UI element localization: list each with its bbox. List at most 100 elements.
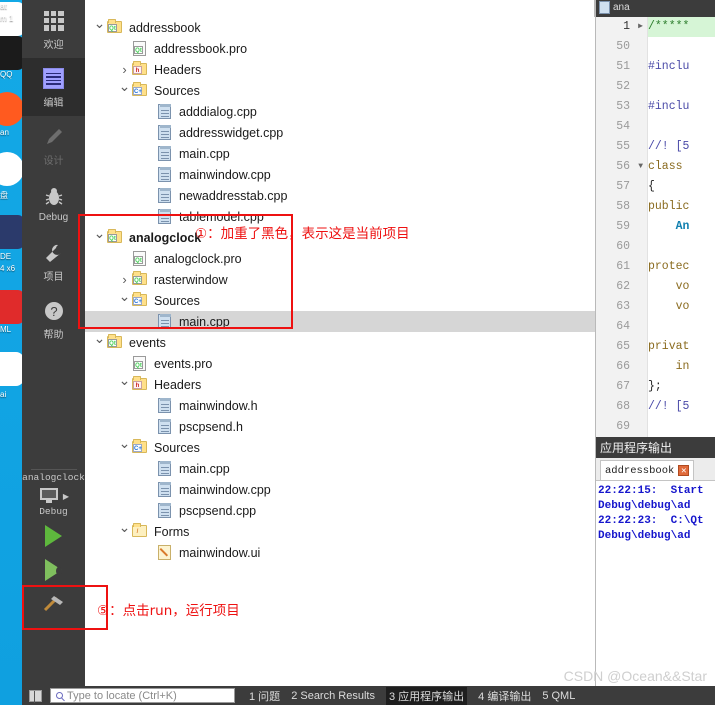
tree-item-label: main.cpp <box>179 314 230 329</box>
editor-code-area[interactable]: /***** #inclu #inclu //! [5 class {public An… <box>648 17 715 437</box>
tree-item-label: Sources <box>154 440 200 455</box>
editor-tab[interactable]: ana <box>599 1 630 14</box>
cpp-file-icon <box>156 419 174 434</box>
tree-item[interactable]: C+ Sources <box>85 80 595 101</box>
tree-item[interactable]: / Forms <box>85 521 595 542</box>
search-placeholder: Type to locate (Ctrl+K) <box>67 689 177 702</box>
tree-expander[interactable] <box>118 272 131 287</box>
line-number: 56 ▼ <box>596 157 647 177</box>
tree-item[interactable]: pscpsend.cpp <box>85 500 595 521</box>
tree-item[interactable]: main.cpp <box>85 458 595 479</box>
tree-item-label: Sources <box>154 83 200 98</box>
status-tab[interactable]: 5 QML <box>542 690 575 702</box>
fold-down-icon[interactable]: ▼ <box>638 157 643 177</box>
tree-item[interactable]: Qt addressbook <box>85 17 595 38</box>
mode-selector-bar: 欢迎 编辑 设计 Debug 项目 ? 帮助 analogclock ▶ Deb… <box>22 0 85 705</box>
code-line: vo <box>648 300 690 313</box>
desktop-icon[interactable] <box>0 352 22 386</box>
sidebar-item-label: 编辑 <box>43 97 64 109</box>
sidebar-item-projects[interactable]: 项目 <box>22 232 85 290</box>
tree-item[interactable]: Qt analogclock.pro <box>85 248 595 269</box>
tree-item[interactable]: mainwindow.ui <box>85 542 595 563</box>
fold-right-icon[interactable]: ▶ <box>638 17 643 37</box>
sidebar-item-welcome[interactable]: 欢迎 <box>22 0 85 58</box>
line-number: 68 <box>616 400 630 413</box>
tree-expander[interactable] <box>93 19 106 36</box>
desktop-icon-label: 盘 <box>0 191 8 200</box>
tree-item-label: addressbook.pro <box>154 41 248 56</box>
tree-item[interactable]: addresswidget.cpp <box>85 122 595 143</box>
debug-button[interactable] <box>45 559 62 581</box>
close-icon[interactable]: ✕ <box>678 465 690 476</box>
sidebar-item-edit[interactable]: 编辑 <box>22 58 85 116</box>
cpp-file-icon <box>156 146 174 161</box>
code-line: protec <box>648 260 690 273</box>
output-tab-addressbook[interactable]: addressbook ✕ <box>600 460 695 480</box>
tree-item[interactable]: main.cpp <box>85 143 595 164</box>
build-button[interactable] <box>41 593 67 620</box>
tree-item[interactable]: mainwindow.cpp <box>85 479 595 500</box>
kit-build-label: Debug <box>39 506 68 517</box>
status-tab[interactable]: 2 Search Results <box>291 690 375 702</box>
code-line: in <box>648 360 690 373</box>
sidebar-item-debug[interactable]: Debug <box>22 174 85 232</box>
cpp-file-icon <box>156 188 174 203</box>
tree-expander[interactable] <box>118 523 131 540</box>
kit-selector[interactable]: ▶ <box>22 487 85 505</box>
tree-item-label: analogclock <box>129 230 202 245</box>
sidebar-toggle-icon[interactable] <box>22 686 48 705</box>
tree-expander[interactable] <box>93 229 106 246</box>
tree-expander[interactable] <box>93 334 106 351</box>
tree-item-label: main.cpp <box>179 461 230 476</box>
status-tab[interactable]: 1 问题 <box>249 688 280 704</box>
sources-folder-icon: C+ <box>131 439 149 455</box>
editor-line-gutter[interactable]: 1 ▶ 50 51 52 53 54 55 56 ▼ 57 58 59 60 61 62 63 64 65 66 67 6… <box>596 17 648 513</box>
status-tab[interactable]: 3 应用程序输出 <box>385 686 468 705</box>
tree-item[interactable]: mainwindow.cpp <box>85 164 595 185</box>
annotation-text-1: ①：加重了黑色，表示这是当前项目 <box>195 226 410 242</box>
tree-expander[interactable] <box>118 62 131 77</box>
sources-folder-icon: C+ <box>131 292 149 308</box>
wrench-icon <box>43 240 65 266</box>
code-line: #inclu <box>648 100 690 113</box>
line-number: 60 <box>616 240 630 253</box>
desktop-icon[interactable] <box>0 36 22 70</box>
tree-item[interactable]: adddialog.cpp <box>85 101 595 122</box>
status-tab[interactable]: 4 编译输出 <box>478 688 531 704</box>
desktop-icon[interactable] <box>0 290 22 324</box>
tree-expander[interactable] <box>118 82 131 99</box>
code-line: vo <box>648 280 690 293</box>
desktop-icon[interactable] <box>0 152 22 186</box>
output-line: Debug\debug\ad <box>598 530 691 542</box>
tree-item[interactable]: mainwindow.h <box>85 395 595 416</box>
tree-item-label: addressbook <box>129 20 201 35</box>
tree-expander[interactable] <box>118 439 131 456</box>
tree-item[interactable]: Qt events <box>85 332 595 353</box>
tree-item[interactable]: Qt events.pro <box>85 353 595 374</box>
project-tree[interactable]: Qt addressbook Qt addressbook.pro h Headers C+… <box>85 17 595 686</box>
line-number: 57 <box>616 180 630 193</box>
tree-item[interactable]: Qt rasterwindow <box>85 269 595 290</box>
tree-item[interactable]: newaddresstab.cpp <box>85 185 595 206</box>
tree-item[interactable]: Qt addressbook.pro <box>85 38 595 59</box>
tree-item[interactable]: h Headers <box>85 59 595 80</box>
tree-item[interactable]: C+ Sources <box>85 290 595 311</box>
divider <box>30 469 77 470</box>
desktop-icon[interactable] <box>0 92 22 126</box>
line-number: 1 ▶ <box>596 17 647 37</box>
search-input[interactable]: Type to locate (Ctrl+K) <box>50 688 235 703</box>
sidebar-item-help[interactable]: ? 帮助 <box>22 290 85 348</box>
desktop-icon[interactable] <box>0 215 22 249</box>
output-text: 22:22:15: Start Debug\debug\ad 22:22:23: C… <box>596 481 715 686</box>
tree-item[interactable]: C+ Sources <box>85 437 595 458</box>
output-pane-tabs[interactable]: 1 问题 2 Search Results 3 应用程序输出 4 编译输出 5 QML <box>249 686 575 705</box>
tree-item[interactable]: h Headers <box>85 374 595 395</box>
tree-item[interactable]: main.cpp <box>85 311 595 332</box>
sidebar-item-label: Debug <box>38 211 69 223</box>
tree-expander[interactable] <box>118 292 131 309</box>
tree-expander[interactable] <box>118 376 131 393</box>
run-button[interactable] <box>45 525 62 547</box>
tree-item[interactable]: pscpsend.h <box>85 416 595 437</box>
sidebar-item-design[interactable]: 设计 <box>22 116 85 174</box>
